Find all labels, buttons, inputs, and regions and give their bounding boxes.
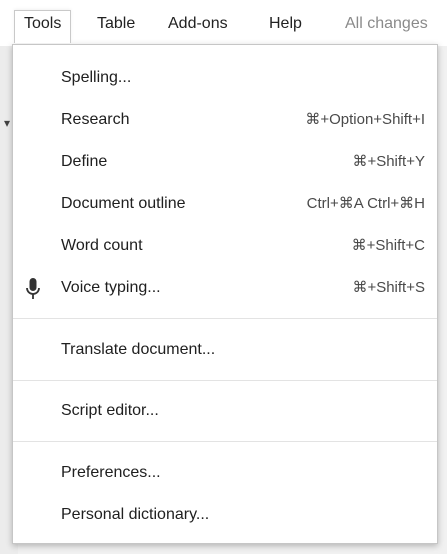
- menu-item-label: Word count: [61, 237, 143, 254]
- menu-item-word-count[interactable]: Word count ⌘+Shift+C: [13, 226, 437, 266]
- menu-tools[interactable]: Tools: [14, 10, 72, 43]
- menu-item-preferences[interactable]: Preferences...: [13, 453, 437, 493]
- menu-item-label: Script editor...: [61, 402, 159, 419]
- menu-item-shortcut: ⌘+Shift+S: [352, 279, 425, 296]
- menu-bar: Tools Table Add-ons Help All changes: [0, 0, 447, 46]
- menu-item-label: Personal dictionary...: [61, 506, 210, 523]
- microphone-icon: [26, 278, 40, 299]
- menu-item-shortcut: Ctrl+⌘A Ctrl+⌘H: [306, 195, 425, 212]
- menu-separator: [13, 318, 437, 319]
- menu-item-label: Spelling...: [61, 69, 132, 86]
- menu-add-ons[interactable]: Add-ons: [168, 13, 228, 35]
- menu-item-shortcut: ⌘+Shift+C: [351, 237, 425, 254]
- menu-item-label: Preferences...: [61, 464, 161, 481]
- menu-item-voice-typing[interactable]: Voice typing... ⌘+Shift+S: [13, 268, 437, 308]
- save-status: All changes: [345, 15, 428, 32]
- menu-item-label: Define: [61, 153, 108, 170]
- menu-item-spelling[interactable]: Spelling...: [13, 58, 437, 98]
- menu-item-script-editor[interactable]: Script editor...: [13, 391, 437, 431]
- menu-item-shortcut: ⌘+Shift+Y: [352, 153, 425, 170]
- menu-item-label: Document outline: [61, 195, 186, 212]
- menu-item-shortcut: ⌘+Option+Shift+I: [305, 111, 425, 128]
- menu-item-research[interactable]: Research ⌘+Option+Shift+I: [13, 100, 437, 140]
- menu-item-define[interactable]: Define ⌘+Shift+Y: [13, 142, 437, 182]
- menu-item-label: Research: [61, 111, 130, 128]
- tools-dropdown-menu: Spelling... Research ⌘+Option+Shift+I De…: [12, 44, 438, 544]
- dropdown-arrow-icon: ▾: [4, 116, 11, 130]
- menu-table[interactable]: Table: [97, 13, 135, 35]
- menu-item-document-outline[interactable]: Document outline Ctrl+⌘A Ctrl+⌘H: [13, 184, 437, 224]
- menu-separator: [13, 380, 437, 381]
- menu-item-label: Translate document...: [61, 341, 216, 358]
- menu-help[interactable]: Help: [269, 13, 302, 35]
- menu-item-label: Voice typing...: [61, 279, 161, 296]
- menu-separator: [13, 441, 437, 442]
- menu-item-translate-document[interactable]: Translate document...: [13, 330, 437, 370]
- menu-item-personal-dictionary[interactable]: Personal dictionary...: [13, 495, 437, 535]
